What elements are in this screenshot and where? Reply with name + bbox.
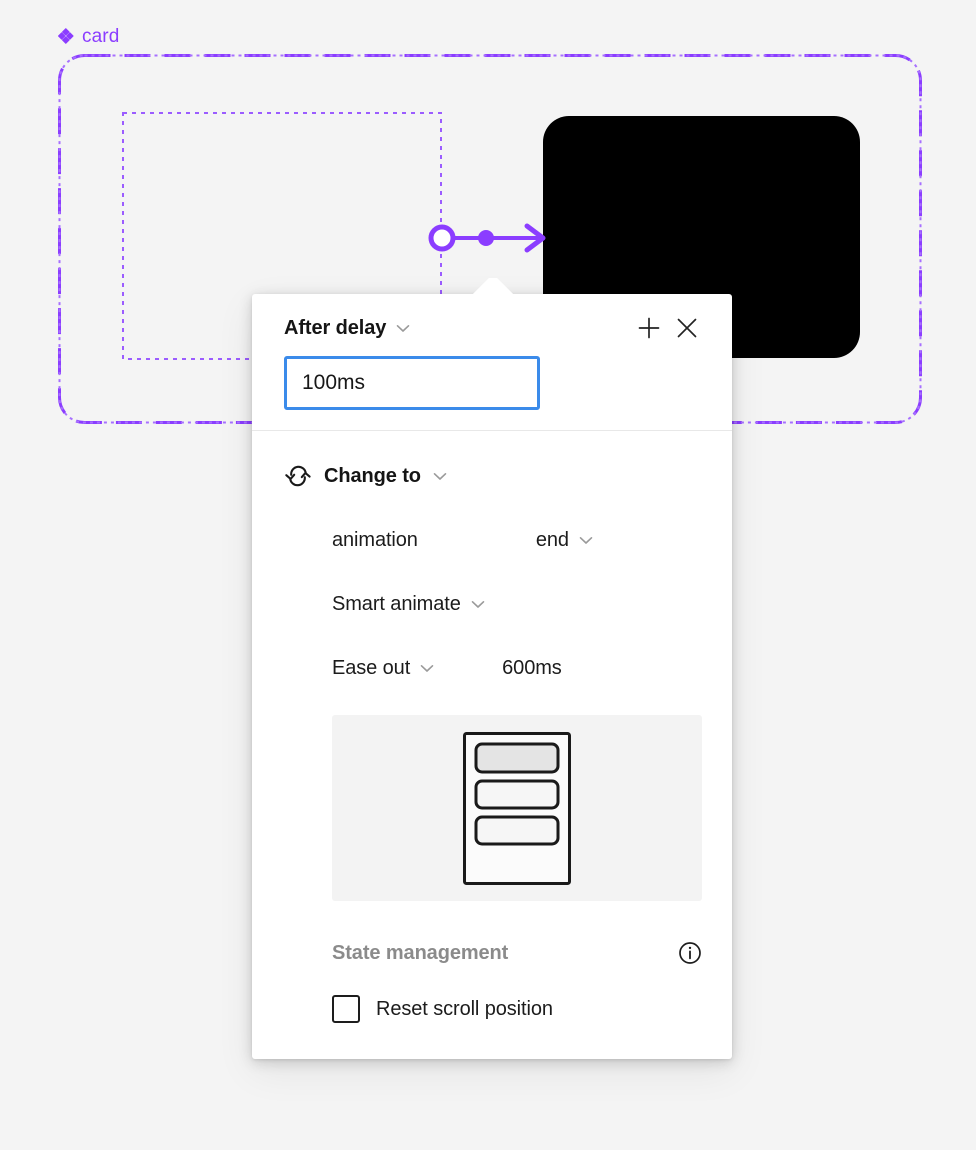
close-icon [677,318,697,338]
info-circle-icon[interactable] [678,941,702,965]
destination-row: animation end [332,525,700,555]
reset-scroll-label: Reset scroll position [376,997,553,1020]
interaction-details-panel[interactable]: After delay 100ms Change to animation en… [252,294,732,1059]
destination-value-select[interactable]: end [536,529,593,552]
chevron-down-icon [579,536,593,544]
component-label[interactable]: card [58,24,119,48]
component-diamond-icon [58,28,74,44]
action-label: Change to [324,464,421,487]
animation-type-select[interactable]: Smart animate [332,593,485,616]
easing-label: Ease out [332,656,411,679]
preview-card-thumbnail [463,731,571,885]
action-block: Change to animation end Smart animate Ea… [252,431,732,901]
reset-scroll-checkbox[interactable] [332,995,360,1023]
easing-select[interactable]: Ease out [332,657,434,680]
close-panel-button[interactable] [668,309,706,347]
destination-name: animation [332,528,418,551]
trigger-type-select[interactable]: After delay [284,317,410,340]
panel-caret [463,278,523,295]
duration-value[interactable]: 600ms [502,657,562,680]
state-management-section: State management Reset scroll position [252,901,732,1023]
state-management-title: State management [332,941,509,964]
add-interaction-button[interactable] [630,309,668,347]
action-type-select[interactable]: Change to [284,461,700,491]
chevron-down-icon [433,472,447,480]
chevron-down-icon [396,324,410,332]
animation-type-row: Smart animate [332,589,700,619]
chevron-down-icon [420,664,434,672]
component-label-text: card [82,25,120,47]
delay-input[interactable] [284,356,540,410]
prototype-connector [428,223,546,253]
animation-type-label: Smart animate [332,592,461,615]
reset-scroll-row[interactable]: Reset scroll position [332,995,700,1023]
trigger-label: After delay [284,316,387,339]
destination-value: end [535,528,569,551]
swap-arrows-icon [285,465,311,487]
panel-header: After delay [252,294,732,340]
state-management-header: State management [332,941,702,965]
easing-row: Ease out 600ms [332,653,700,683]
plus-icon [638,317,660,339]
delay-field-wrap [252,338,732,410]
chevron-down-icon [471,600,485,608]
animation-preview-box[interactable] [332,715,702,901]
